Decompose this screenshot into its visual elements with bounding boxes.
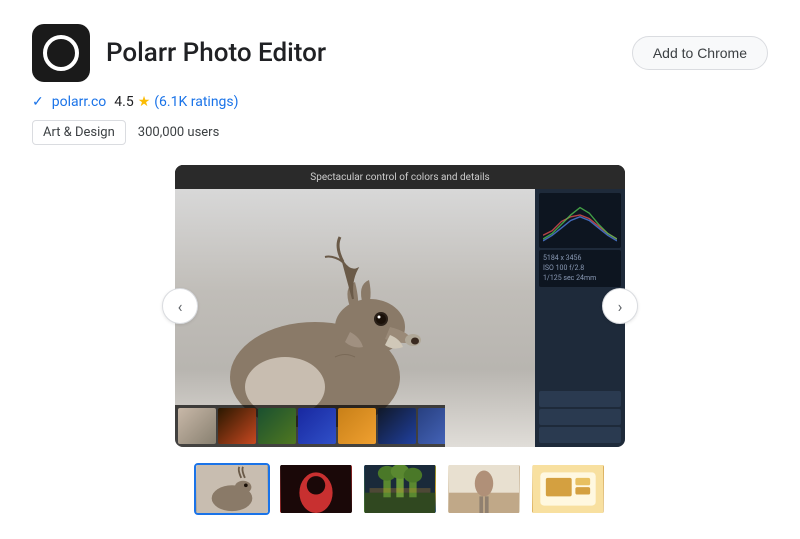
carousel-next-button[interactable]: ›: [602, 288, 638, 324]
panel-info: 5184 x 3456 ISO 100 f/2.8 1/125 sec 24mm: [539, 250, 621, 287]
filmstrip-item[interactable]: [298, 408, 336, 444]
thumbnail-4[interactable]: [446, 463, 522, 515]
app-icon: [32, 24, 90, 82]
rating-row: 4.5 ★ (6.1K ratings): [114, 94, 238, 110]
rating-value: 4.5: [114, 94, 133, 110]
screenshot-title: Spectacular control of colors and detail…: [310, 172, 489, 183]
thumbnail-image-2: [280, 465, 352, 513]
website-link[interactable]: polarr.co: [52, 94, 107, 110]
thumbnail-5[interactable]: [530, 463, 606, 515]
filmstrip-item[interactable]: [338, 408, 376, 444]
thumbnail-image-1: [196, 465, 268, 513]
panel-info-line3: 1/125 sec 24mm: [543, 274, 617, 284]
filmstrip-item[interactable]: [178, 408, 216, 444]
thumbnail-image-3: [364, 465, 436, 513]
deer-image: [195, 227, 475, 427]
app-info: Polarr Photo Editor: [32, 24, 326, 82]
meta-row: ✓ polarr.co 4.5 ★ (6.1K ratings): [32, 94, 768, 110]
filmstrip-item[interactable]: [378, 408, 416, 444]
filmstrip-item[interactable]: [258, 408, 296, 444]
filmstrip-item[interactable]: [218, 408, 256, 444]
panel-control-btn[interactable]: [539, 427, 621, 443]
panel-controls: [539, 391, 621, 443]
tags-row: Art & Design 300,000 users: [32, 120, 768, 145]
users-count: 300,000 users: [138, 125, 220, 140]
filmstrip: [175, 405, 445, 447]
app-icon-ring: [43, 35, 79, 71]
star-icon: ★: [138, 94, 151, 110]
panel-info-line2: ISO 100 f/2.8: [543, 264, 617, 274]
ratings-link[interactable]: (6.1K ratings): [154, 94, 238, 110]
thumbnail-3[interactable]: [362, 463, 438, 515]
histogram: [539, 193, 621, 248]
screenshot-title-bar: Spectacular control of colors and detail…: [175, 165, 625, 189]
add-to-chrome-button[interactable]: Add to Chrome: [632, 36, 768, 70]
category-badge[interactable]: Art & Design: [32, 120, 126, 145]
main-screenshot: Spectacular control of colors and detail…: [175, 165, 625, 447]
thumbnail-1[interactable]: [194, 463, 270, 515]
thumbnail-image-4: [448, 465, 520, 513]
screenshot-body: 5184 x 3456 ISO 100 f/2.8 1/125 sec 24mm: [175, 189, 625, 447]
app-title: Polarr Photo Editor: [106, 38, 326, 68]
thumbnail-2[interactable]: [278, 463, 354, 515]
verified-icon: ✓: [32, 94, 44, 110]
panel-control-btn[interactable]: [539, 409, 621, 425]
filmstrip-item[interactable]: [418, 408, 445, 444]
photo-area: [175, 189, 535, 447]
carousel-section: ‹ Spectacular control of colors and deta…: [32, 165, 768, 447]
thumbnails-row: [32, 463, 768, 515]
panel-info-line1: 5184 x 3456: [543, 254, 617, 264]
page-header: Polarr Photo Editor Add to Chrome: [32, 24, 768, 82]
thumbnail-image-5: [532, 465, 604, 513]
panel-control-btn[interactable]: [539, 391, 621, 407]
carousel-prev-button[interactable]: ‹: [162, 288, 198, 324]
